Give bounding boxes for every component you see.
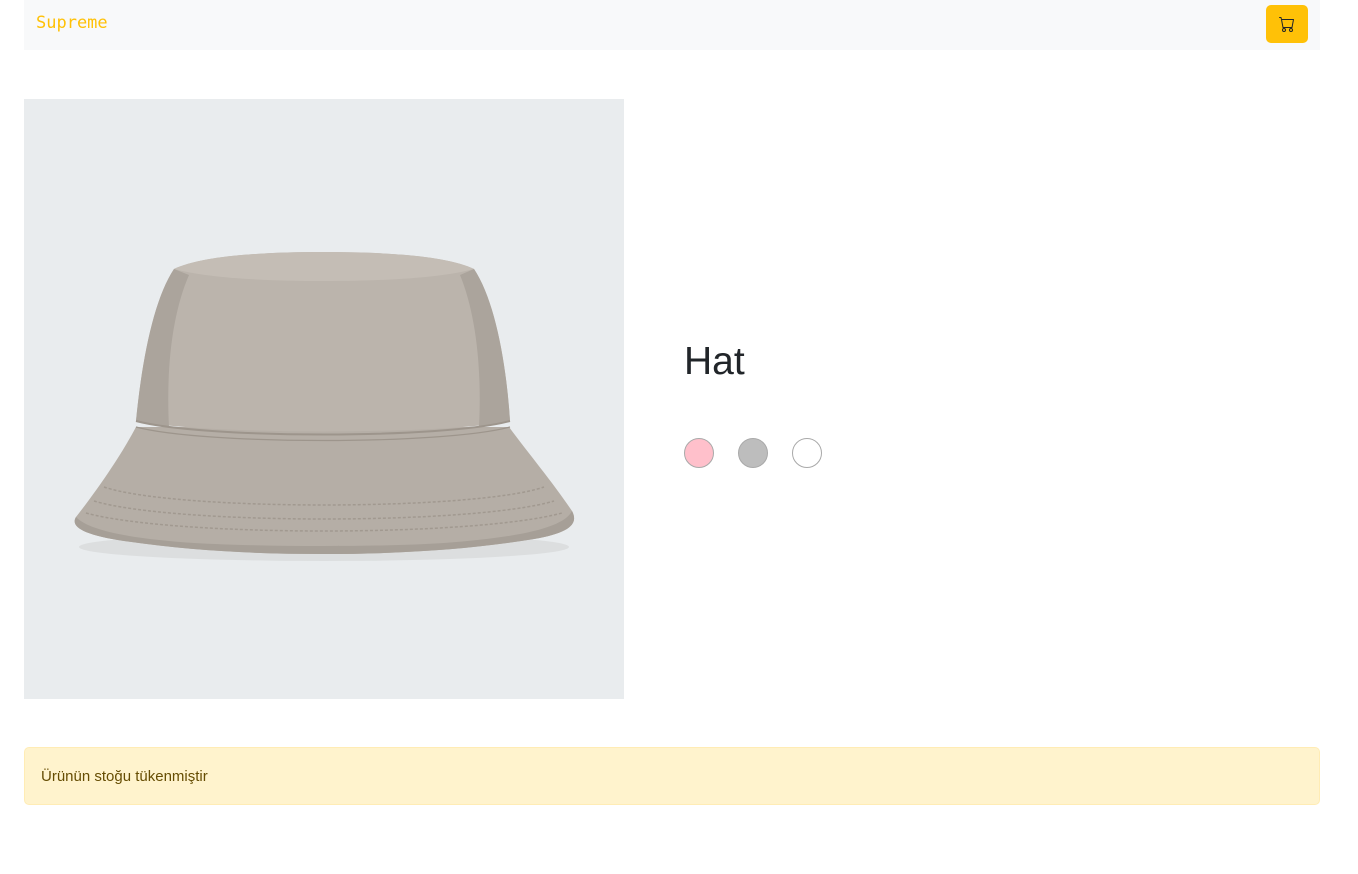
- color-swatch-white[interactable]: [792, 438, 822, 468]
- out-of-stock-alert: Ürünün stoğu tükenmiştir: [24, 747, 1320, 805]
- bucket-hat-image: [74, 252, 575, 561]
- navbar: Supreme: [24, 0, 1320, 50]
- color-swatch-pink[interactable]: [684, 438, 714, 468]
- cart-button[interactable]: [1266, 5, 1308, 43]
- color-swatch-gray[interactable]: [738, 438, 768, 468]
- brand-link[interactable]: Supreme: [36, 13, 108, 33]
- cart-icon: [1279, 16, 1295, 32]
- alert-message: Ürünün stoğu tükenmiştir: [41, 767, 208, 785]
- color-swatches: [684, 438, 822, 468]
- product-image: [24, 99, 624, 699]
- product-title: Hat: [684, 340, 745, 383]
